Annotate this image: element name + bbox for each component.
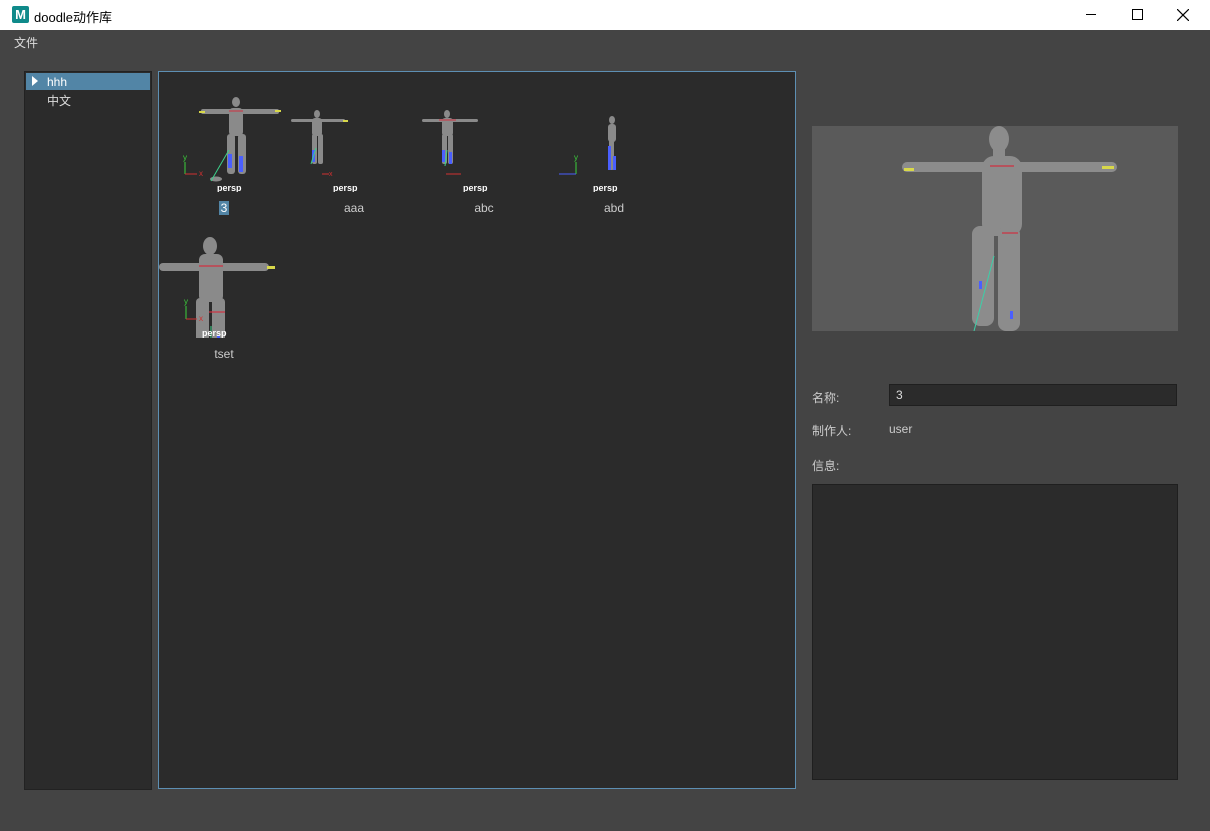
action-tile-aaa[interactable]: x persp aaa [289,72,419,218]
menu-file[interactable]: 文件 [14,34,38,51]
character-thumbnail: persp [422,110,488,192]
action-tile-3[interactable]: y x persp 3 [159,72,289,218]
menu-bar: 文件 [0,30,1210,52]
action-name-label: abd [603,201,625,215]
action-name-label: aaa [343,201,365,215]
action-name-label: abc [474,201,494,215]
title-bar: M doodle动作库 [0,0,1210,30]
svg-text:x: x [199,314,203,323]
action-preview [812,126,1178,331]
maximize-button[interactable] [1114,0,1160,30]
svg-text:y: y [574,153,578,162]
author-value: user [889,422,913,436]
svg-text:y: y [183,153,187,162]
action-tile-tset[interactable]: y x persp tset [159,218,289,364]
close-button[interactable] [1160,0,1206,30]
name-label: 名称: [812,391,840,405]
expand-arrow-icon[interactable] [32,76,38,86]
minimize-button[interactable] [1068,0,1114,30]
info-textarea[interactable] [812,484,1178,780]
persp-label: persp [333,183,358,192]
svg-text:y: y [184,297,188,306]
info-label: 信息: [812,459,840,473]
action-tile-abd[interactable]: y persp abd [549,72,679,218]
persp-label: persp [463,183,488,192]
action-name-label: 3 [218,201,230,215]
character-thumbnail: x persp [291,110,358,192]
tree-item-hhh[interactable]: hhh [26,73,150,90]
svg-text:x: x [199,169,203,178]
window-title: doodle动作库 [34,10,113,25]
category-tree[interactable]: hhh 中文 [24,71,152,790]
minimize-icon [1086,14,1096,15]
tree-item-zhongwen[interactable]: 中文 [26,90,150,108]
character-thumbnail: y x persp [159,237,275,338]
action-name-label: tset [214,347,234,361]
action-thumbnail-grid[interactable]: y x persp 3 x persp aaa persp abc y pers… [158,71,796,789]
tree-item-label: hhh [47,75,68,89]
name-input[interactable] [889,384,1177,406]
close-icon [1177,9,1189,21]
persp-label: persp [593,183,618,192]
character-preview-image [902,126,1117,331]
character-thumbnail: y x persp [183,97,281,192]
persp-label: persp [217,183,242,192]
tree-item-label: 中文 [47,94,72,108]
action-tile-abc[interactable]: persp abc [419,72,549,218]
svg-text:x: x [329,171,333,178]
persp-label: persp [202,328,227,338]
maximize-icon [1132,9,1143,20]
author-label: 制作人: [812,424,852,438]
character-thumbnail: y persp [559,116,618,192]
maya-app-icon: M [12,6,29,23]
